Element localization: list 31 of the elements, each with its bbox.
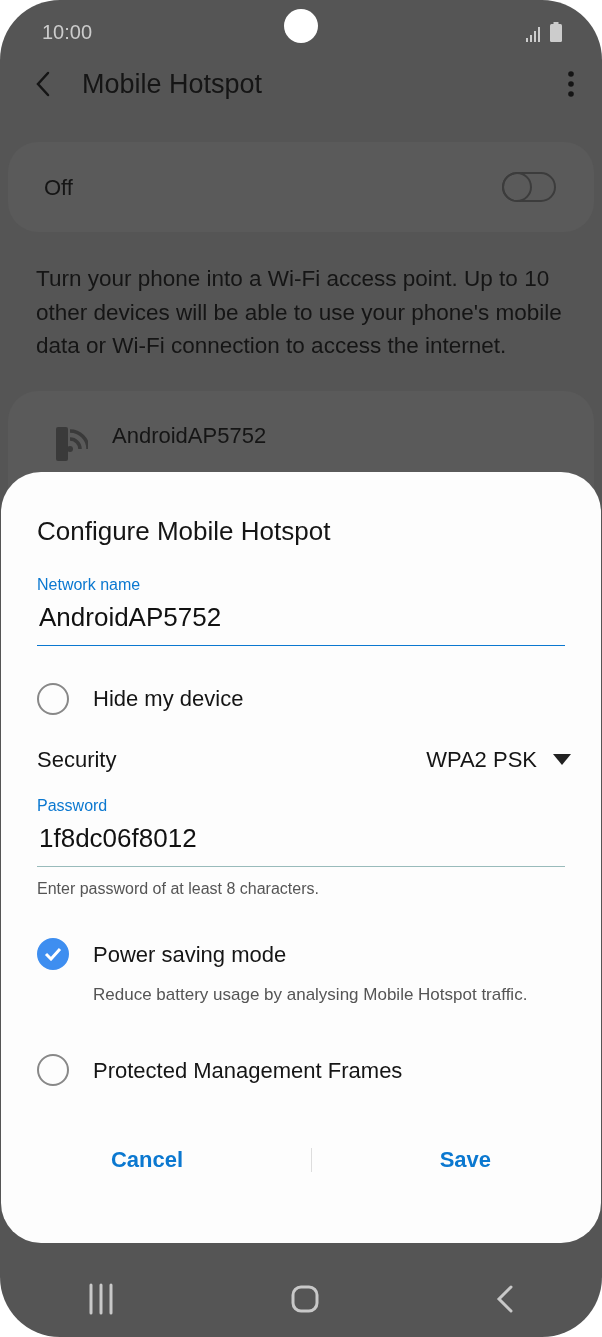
switch-label: Off bbox=[44, 173, 73, 202]
security-label: Security bbox=[37, 746, 117, 774]
status-time: 10:00 bbox=[42, 20, 93, 45]
back-icon[interactable] bbox=[36, 71, 50, 97]
camera-hole bbox=[284, 9, 318, 43]
checkbox[interactable] bbox=[37, 1054, 69, 1086]
dialog-button[interactable]: Save bbox=[419, 1137, 512, 1182]
field-label: Password bbox=[37, 798, 109, 814]
security-dropdown[interactable]: WPA2 PSK bbox=[426, 743, 571, 776]
option-label: Protected Management Frames bbox=[93, 1057, 403, 1085]
text-field[interactable]: AndroidAP5752 bbox=[37, 593, 565, 646]
dialog-title: Configure Mobile Hotspot bbox=[37, 515, 332, 548]
toggle-switch[interactable] bbox=[502, 172, 556, 202]
text-field[interactable]: 1f8dc06f8012 bbox=[37, 814, 565, 867]
hint-text: Enter password of at least 8 characters. bbox=[37, 879, 320, 899]
battery-icon bbox=[550, 22, 562, 42]
option-description: Reduce battery usage by analysing Mobile Hotspot traffic. bbox=[93, 984, 528, 1006]
home-icon[interactable] bbox=[291, 1285, 319, 1313]
option-label: Power saving mode bbox=[93, 941, 288, 969]
option-label: Hide my device bbox=[93, 685, 244, 713]
recent-apps-icon[interactable] bbox=[88, 1283, 115, 1315]
caret-icon bbox=[553, 753, 571, 766]
description-text: Turn your phone into a Wi-Fi access point. Up to 10 other devices will be able to use your phone's mobile data or Wi-Fi connection to access the internet. bbox=[36, 265, 562, 360]
signal-icon bbox=[526, 26, 542, 42]
dialog-button[interactable]: Cancel bbox=[90, 1137, 204, 1182]
field-label: Network name bbox=[37, 577, 142, 593]
checkmark-icon bbox=[44, 947, 62, 961]
checkbox[interactable] bbox=[37, 682, 69, 715]
page-title: Mobile Hotspot bbox=[82, 67, 264, 101]
more-options-icon[interactable] bbox=[568, 71, 574, 97]
checkbox[interactable] bbox=[37, 938, 69, 970]
